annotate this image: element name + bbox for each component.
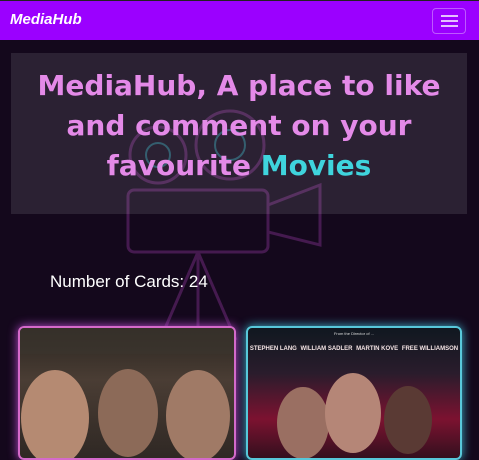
poster-image (277, 373, 432, 458)
navbar-toggle-button[interactable] (432, 8, 466, 34)
cards-count: Number of Cards: 24 (50, 272, 208, 291)
hero-heading-accent: Movies (260, 149, 372, 182)
poster-image (20, 328, 234, 458)
top-navbar: MediaHub (0, 0, 479, 40)
hamburger-line (441, 20, 458, 22)
movie-card-poster[interactable]: From the Director of ... STEPHEN LANG WI… (246, 326, 462, 460)
hero-heading: MediaHub, A place to like and comment on… (11, 66, 467, 186)
navbar-brand[interactable]: MediaHub (10, 11, 82, 28)
hamburger-line (441, 25, 458, 27)
hero-heading-text: MediaHub, A place to like and comment on… (37, 69, 441, 182)
movie-card-poster[interactable] (18, 326, 236, 460)
hamburger-menu-icon (441, 15, 458, 17)
